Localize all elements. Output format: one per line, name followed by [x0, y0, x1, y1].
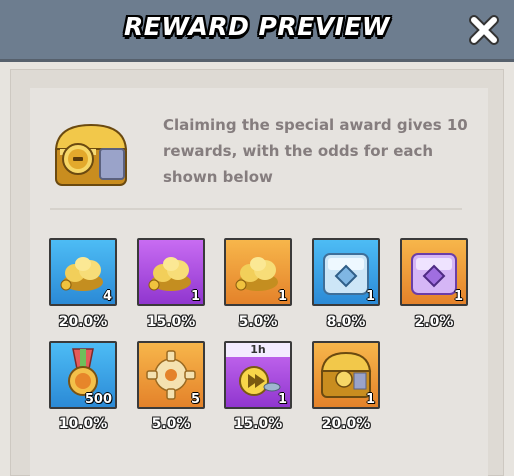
close-button[interactable] [464, 10, 504, 50]
reward-odds: 5.0% [238, 314, 278, 330]
reward-odds: 15.0% [146, 314, 196, 330]
reward-count: 1 [453, 289, 463, 304]
reward-odds: 8.0% [326, 314, 366, 330]
reward-odds: 10.0% [58, 416, 108, 432]
reward-count: 4 [102, 289, 112, 304]
header-bar: REWARD PREVIEW [0, 0, 514, 62]
reward-count: 1 [277, 392, 287, 407]
reward-tile-ice-chest[interactable]: 1 [312, 238, 380, 306]
close-icon[interactable] [467, 13, 501, 47]
reward-odds: 15.0% [233, 416, 283, 432]
golden-chest-icon [54, 123, 128, 186]
reward-count: 1 [365, 289, 375, 304]
reward-odds: 20.0% [321, 416, 371, 432]
reward-tile-gold-4[interactable]: 4 [49, 238, 117, 306]
reward-tile-speedup[interactable]: 1h 1 [224, 341, 292, 409]
reward-odds: 20.0% [58, 314, 108, 330]
divider [50, 208, 462, 210]
reward-tile-gear[interactable]: 5 [137, 341, 205, 409]
reward-odds: 5.0% [151, 416, 191, 432]
reward-count: 5 [190, 392, 200, 407]
reward-tile-golden-chest[interactable]: 1 [312, 341, 380, 409]
reward-count: 1 [365, 392, 375, 407]
reward-count: 1 [190, 289, 200, 304]
reward-tile-gold-1b[interactable]: 1 [224, 238, 292, 306]
reward-count: 500 [84, 392, 112, 407]
reward-odds: 2.0% [414, 314, 454, 330]
page-title: REWARD PREVIEW [123, 12, 391, 41]
reward-tile-purple-chest[interactable]: 1 [400, 238, 468, 306]
reward-description: Claiming the special award gives 10 rewa… [163, 116, 468, 186]
reward-count: 1 [277, 289, 287, 304]
reward-tile-medal[interactable]: 500 [49, 341, 117, 409]
reward-tile-gold-1[interactable]: 1 [137, 238, 205, 306]
